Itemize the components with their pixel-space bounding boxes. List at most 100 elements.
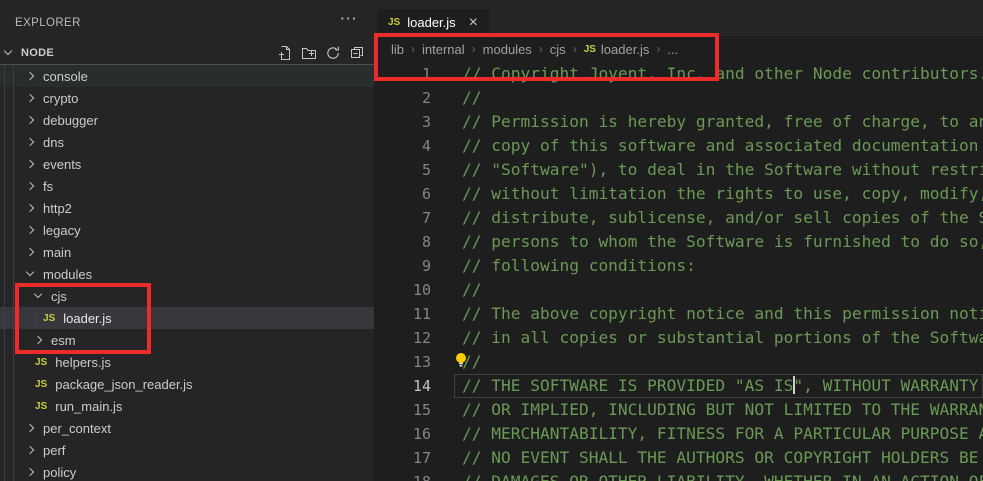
tree-item-helpers-js[interactable]: JS helpers.js: [0, 351, 374, 373]
js-file-icon: JS: [584, 44, 596, 55]
breadcrumb-item-modules[interactable]: modules: [483, 42, 532, 57]
js-file-icon: JS: [35, 357, 47, 368]
code-line-current[interactable]: 14 // THE SOFTWARE IS PROVIDED "AS IS", …: [374, 374, 983, 398]
tree-item-run-main-js[interactable]: JSrun_main.js: [0, 395, 374, 417]
indent-guide: [13, 64, 14, 481]
tree-item-http2[interactable]: http2: [0, 197, 374, 219]
tree-item-label: policy: [43, 465, 76, 480]
line-text: // MERCHANTABILITY, FITNESS FOR A PARTIC…: [462, 422, 983, 446]
code-line[interactable]: 13 //: [374, 350, 983, 374]
tree-item-esm[interactable]: esm: [0, 329, 374, 351]
close-tab-icon[interactable]: ×: [469, 15, 478, 31]
breadcrumb-separator-icon: ›: [656, 42, 660, 56]
chevron-right-icon: [26, 446, 34, 454]
code-line[interactable]: 17// NO EVENT SHALL THE AUTHORS OR COPYR…: [374, 446, 983, 470]
tree-item-label: run_main.js: [55, 399, 122, 414]
line-number: 14: [374, 374, 431, 398]
breadcrumb-item-internal[interactable]: internal: [422, 42, 465, 57]
chevron-right-icon: [26, 72, 34, 80]
refresh-icon[interactable]: [325, 45, 341, 61]
lightbulb-icon[interactable]: [453, 350, 469, 374]
line-text: //: [462, 86, 983, 110]
tab-bar: JS loader.js ×: [374, 0, 983, 36]
js-file-icon: JS: [43, 313, 55, 324]
chevron-down-icon: [26, 268, 34, 276]
line-text: // persons to whom the Software is furni…: [462, 230, 983, 254]
tree-item-label: events: [43, 157, 81, 172]
line-text: // copy of this software and associated …: [462, 134, 983, 158]
tree-item-loader-js[interactable]: JS loader.js: [0, 307, 374, 329]
code-line[interactable]: 9// following conditions:: [374, 254, 983, 278]
tree-item-label: esm: [51, 333, 76, 348]
code-line[interactable]: 16 // MERCHANTABILITY, FITNESS FOR A PART…: [374, 422, 983, 446]
tree-item-per-context[interactable]: per_context: [0, 417, 374, 439]
breadcrumb-item-lib[interactable]: lib: [391, 42, 404, 57]
breadcrumb-item-loader-js[interactable]: JS loader.js: [584, 42, 650, 57]
tree-item-label: crypto: [43, 91, 78, 106]
line-number: 16: [374, 422, 431, 446]
code-line[interactable]: 1 // Copyright Joyent, Inc. and other Nod…: [374, 62, 983, 86]
code-line[interactable]: 2//: [374, 86, 983, 110]
code-line[interactable]: 3// Permission is hereby granted, free o…: [374, 110, 983, 134]
tree-item-label: perf: [43, 443, 65, 458]
chevron-right-icon: [26, 94, 34, 102]
tree-item-package-json-reader-js[interactable]: JSpackage_json_reader.js: [0, 373, 374, 395]
tree-item-cjs[interactable]: cjs: [0, 285, 374, 307]
code-line[interactable]: 11// The above copyright notice and this…: [374, 302, 983, 326]
tree-item-events[interactable]: events: [0, 153, 374, 175]
tree-item-legacy[interactable]: legacy: [0, 219, 374, 241]
chevron-down-icon: [4, 46, 12, 54]
tree-item-dns[interactable]: dns: [0, 131, 374, 153]
more-actions-icon[interactable]: ···: [341, 11, 359, 26]
code-line[interactable]: 5// "Software"), to deal in the Software…: [374, 158, 983, 182]
tree-item-main[interactable]: main: [0, 241, 374, 263]
tree-item-crypto[interactable]: crypto: [0, 87, 374, 109]
tree-item-perf[interactable]: perf: [0, 439, 374, 461]
tree-item-label: loader.js: [63, 311, 111, 326]
chevron-right-icon: [26, 138, 34, 146]
breadcrumb-item-ellipsis[interactable]: ...: [667, 42, 678, 57]
collapse-all-icon[interactable]: [349, 45, 365, 61]
line-number: 13: [374, 350, 431, 374]
tree-item-label: dns: [43, 135, 64, 150]
line-number: 10: [374, 278, 431, 302]
chevron-right-icon: [26, 248, 34, 256]
tree-item-label: console: [43, 69, 88, 84]
code-line[interactable]: 4// copy of this software and associated…: [374, 134, 983, 158]
tree-item-fs[interactable]: fs: [0, 175, 374, 197]
tree-item-label: legacy: [43, 223, 81, 238]
line-text: // in all copies or substantial portions…: [462, 326, 983, 350]
code-line[interactable]: 6// without limitation the rights to use…: [374, 182, 983, 206]
code-line[interactable]: 18// DAMAGES OR OTHER LIABILITY, WHETHER…: [374, 470, 983, 481]
tree-item-policy[interactable]: policy: [0, 461, 374, 481]
tree-item-label: debugger: [43, 113, 98, 128]
code-line[interactable]: 12// in all copies or substantial portio…: [374, 326, 983, 350]
line-text: // Copyright Joyent, Inc. and other Node…: [462, 62, 983, 86]
line-number: 11: [374, 302, 431, 326]
code-area[interactable]: 1 // Copyright Joyent, Inc. and other Nod…: [374, 62, 983, 481]
new-file-icon[interactable]: [277, 45, 293, 61]
line-number: 3: [374, 110, 431, 134]
breadcrumb-item-cjs[interactable]: cjs: [550, 42, 566, 57]
breadcrumb-separator-icon: ›: [411, 42, 415, 56]
tree-item-modules[interactable]: modules: [0, 263, 374, 285]
section-header-node[interactable]: NODE: [0, 41, 374, 64]
new-folder-icon[interactable]: [301, 45, 317, 61]
tree-item-console[interactable]: console: [0, 65, 374, 87]
line-text: // THE SOFTWARE IS PROVIDED "AS IS", WIT…: [462, 374, 983, 398]
tree-item-label: per_context: [43, 421, 111, 436]
code-line[interactable]: 15// OR IMPLIED, INCLUDING BUT NOT LIMIT…: [374, 398, 983, 422]
code-line[interactable]: 10//: [374, 278, 983, 302]
js-file-icon: JS: [35, 379, 47, 390]
code-line[interactable]: 7// distribute, sublicense, and/or sell …: [374, 206, 983, 230]
tree-item-debugger[interactable]: debugger: [0, 109, 374, 131]
explorer-title: EXPLORER: [15, 17, 81, 29]
line-number: 17: [374, 446, 431, 470]
line-text: // OR IMPLIED, INCLUDING BUT NOT LIMITED…: [462, 398, 983, 422]
section-name: NODE: [21, 47, 54, 59]
tab-loader-js[interactable]: JS loader.js ×: [377, 9, 489, 36]
breadcrumb-item-label: loader.js: [601, 42, 649, 57]
code-line[interactable]: 8// persons to whom the Software is furn…: [374, 230, 983, 254]
line-number: 1: [374, 62, 431, 86]
tree-item-label: helpers.js: [55, 355, 111, 370]
